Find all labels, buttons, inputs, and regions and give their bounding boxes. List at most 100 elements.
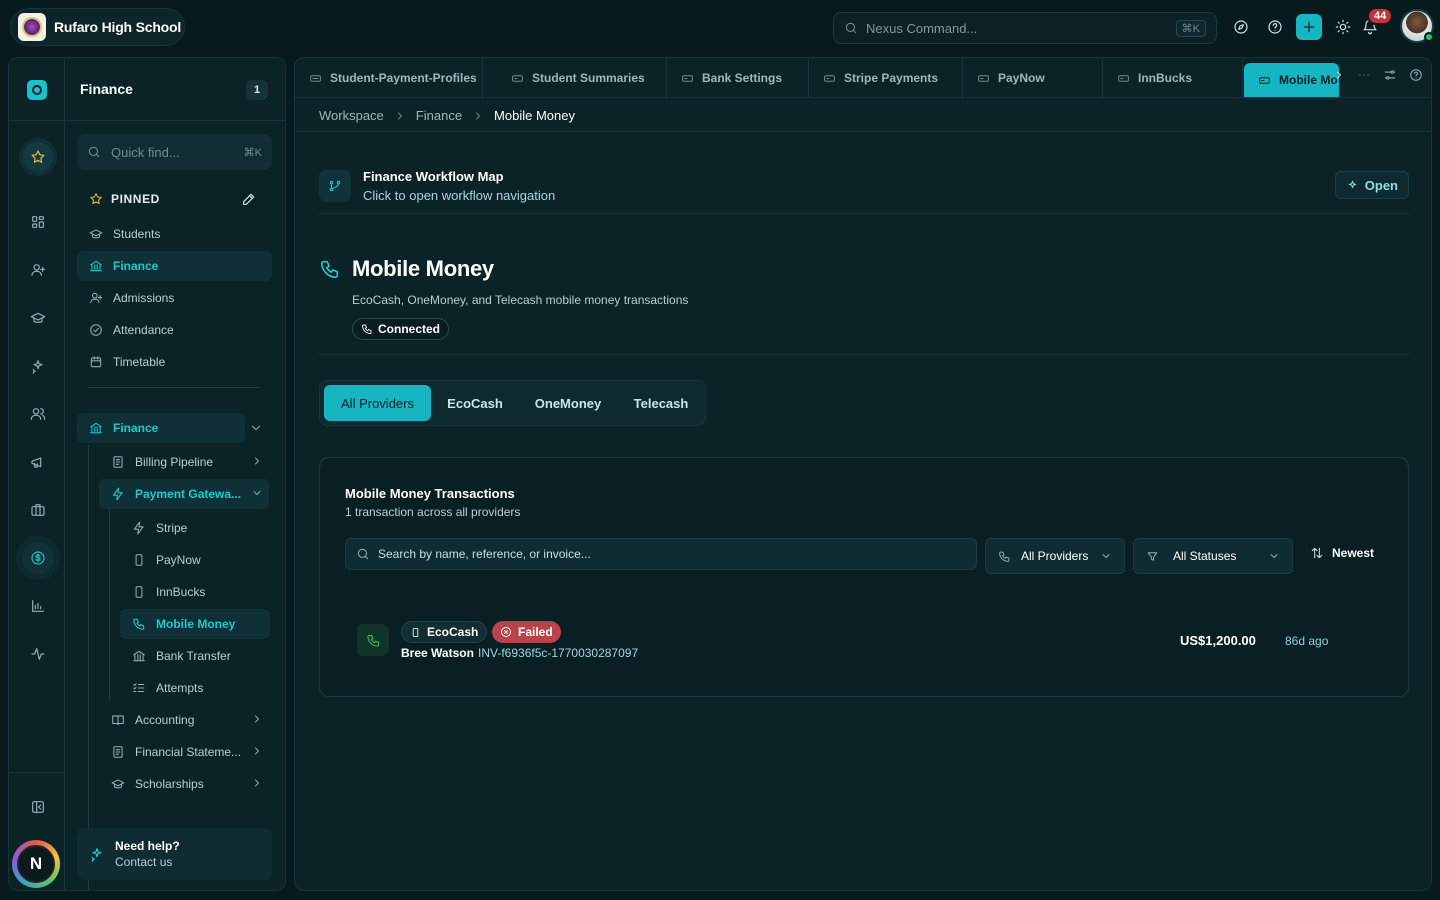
sort-label: Newest — [1332, 546, 1375, 560]
pinned-item-timetable[interactable]: Timetable — [77, 347, 272, 377]
provider-tab-telecash[interactable]: Telecash — [621, 385, 701, 421]
sliders-icon[interactable] — [1383, 68, 1397, 82]
nav-scholarships[interactable]: Scholarships — [99, 769, 269, 799]
zap-icon — [112, 487, 123, 501]
school-switcher[interactable]: Rufaro High School — [10, 8, 185, 46]
pinned-item-admissions[interactable]: Admissions — [77, 283, 272, 313]
provider-filter-select[interactable]: All Providers — [985, 538, 1125, 574]
chevron-right-icon[interactable] — [251, 777, 263, 789]
add-button[interactable] — [1296, 14, 1322, 40]
nav-stripe[interactable]: Stripe — [120, 513, 270, 543]
breadcrumb-workspace[interactable]: Workspace — [319, 108, 384, 123]
check-circle-icon — [90, 324, 102, 336]
search-icon — [357, 548, 369, 560]
nav-billing-pipeline[interactable]: Billing Pipeline — [99, 447, 269, 477]
tab-bank-settings[interactable]: Bank Settings — [667, 58, 809, 98]
sort-button[interactable]: Newest — [1310, 546, 1374, 560]
help-contact-link[interactable]: Contact us — [115, 855, 180, 869]
tab-bar: Student-Payment-Profiles Student Summari… — [295, 58, 1431, 98]
chevron-right-icon[interactable] — [251, 455, 263, 467]
status-chip-failed: Failed — [492, 621, 561, 643]
pinned-label: PINNED — [111, 192, 160, 206]
more-icon[interactable] — [1357, 68, 1371, 82]
search-icon — [845, 22, 857, 34]
smartphone-icon — [412, 627, 419, 637]
provider-tabs: All Providers EcoCash OneMoney Telecash — [319, 380, 706, 426]
chevron-right-icon[interactable] — [1333, 69, 1345, 81]
phone-icon — [357, 624, 389, 656]
tab-student-payment-profiles[interactable]: Student-Payment-Profiles — [295, 58, 483, 98]
provider-chip: EcoCash — [401, 621, 488, 643]
pinned-item-attendance[interactable]: Attendance — [77, 315, 272, 345]
help-title: Need help? — [115, 839, 180, 853]
nav-label: Billing Pipeline — [135, 455, 214, 469]
collapse-sidebar-icon[interactable] — [23, 792, 53, 822]
theme-toggle-icon[interactable] — [1330, 14, 1356, 40]
nav-payment-gateways[interactable]: Payment Gatewa... — [99, 479, 269, 509]
help-icon[interactable] — [1262, 14, 1288, 40]
chevron-down-icon — [1270, 554, 1278, 558]
workflow-map-banner[interactable]: Finance Workflow Map Click to open workf… — [319, 168, 1409, 214]
chevron-right-icon — [476, 112, 480, 119]
chevron-down-icon[interactable] — [251, 487, 263, 499]
help-card[interactable]: Need help? Contact us — [77, 828, 272, 880]
pinned-item-students[interactable]: Students — [77, 219, 272, 249]
quick-find-shortcut: ⌘K — [243, 146, 262, 159]
workspace-avatar[interactable]: N — [12, 840, 60, 888]
star-icon[interactable] — [23, 142, 53, 172]
breadcrumb-finance[interactable]: Finance — [416, 108, 462, 123]
quick-find-placeholder: Quick find... — [111, 144, 180, 160]
user-plus-icon[interactable] — [23, 255, 53, 285]
graduation-cap-icon[interactable] — [23, 303, 53, 333]
tab-paynow[interactable]: PayNow — [963, 58, 1103, 98]
dollar-icon[interactable] — [22, 542, 54, 574]
search-placeholder: Search by name, reference, or invoice... — [378, 547, 591, 561]
tab-innbucks[interactable]: InnBucks — [1103, 58, 1243, 98]
main-panel: Student-Payment-Profiles Student Summari… — [294, 57, 1432, 891]
tab-stripe-payments[interactable]: Stripe Payments — [809, 58, 963, 98]
chevron-right-icon[interactable] — [251, 713, 263, 725]
chevron-right-icon — [397, 112, 402, 119]
finance-group-toggle[interactable]: Finance — [77, 413, 245, 443]
activity-icon[interactable] — [23, 639, 53, 669]
nav-innbucks[interactable]: InnBucks — [120, 577, 270, 607]
sparkles-icon[interactable] — [23, 351, 53, 381]
app-logo-icon[interactable] — [27, 80, 47, 100]
quick-find-input[interactable]: Quick find... ⌘K — [77, 134, 272, 170]
nav-attempts[interactable]: Attempts — [120, 673, 270, 703]
bank-icon — [90, 422, 102, 434]
open-workflow-button[interactable]: Open — [1334, 171, 1409, 199]
transaction-search-input[interactable]: Search by name, reference, or invoice... — [345, 538, 977, 570]
smartphone-icon — [135, 554, 143, 566]
nav-bank-transfer[interactable]: Bank Transfer — [120, 641, 270, 671]
provider-tab-onemoney[interactable]: OneMoney — [519, 385, 617, 421]
card-icon — [682, 74, 693, 82]
page-subtitle: EcoCash, OneMoney, and Telecash mobile m… — [352, 293, 689, 307]
transaction-amount: US$1,200.00 — [1180, 633, 1256, 648]
pinned-item-label: Timetable — [113, 355, 166, 369]
edit-pinned-icon[interactable] — [241, 191, 257, 207]
nav-paynow[interactable]: PayNow — [120, 545, 270, 575]
chevron-right-icon[interactable] — [251, 745, 263, 757]
chevron-down-icon[interactable] — [249, 421, 263, 435]
status-filter-select[interactable]: All Statuses — [1133, 538, 1293, 574]
bar-chart-icon[interactable] — [23, 591, 53, 621]
users-icon[interactable] — [23, 399, 53, 429]
help-icon[interactable] — [1409, 68, 1423, 82]
pinned-item-finance[interactable]: Finance — [77, 251, 272, 281]
megaphone-icon[interactable] — [23, 447, 53, 477]
briefcase-icon[interactable] — [23, 495, 53, 525]
nav-mobile-money[interactable]: Mobile Money — [120, 609, 270, 639]
command-search[interactable]: Nexus Command... ⌘K — [833, 12, 1217, 44]
tab-mobile-money[interactable]: Mobile Mo — [1244, 63, 1339, 97]
nav-label: Financial Stateme... — [135, 745, 242, 759]
sparkles-icon — [1348, 180, 1357, 188]
provider-tab-all[interactable]: All Providers — [324, 385, 431, 421]
dashboard-icon[interactable] — [23, 207, 53, 237]
nav-accounting[interactable]: Accounting — [99, 705, 269, 735]
provider-tab-ecocash[interactable]: EcoCash — [435, 385, 515, 421]
transaction-reference[interactable]: INV-f6936f5c-1770030287097 — [478, 646, 638, 660]
compass-icon[interactable] — [1228, 14, 1254, 40]
tab-student-summaries[interactable]: Student Summaries — [497, 58, 667, 98]
nav-financial-statements[interactable]: Financial Stateme... — [99, 737, 269, 767]
